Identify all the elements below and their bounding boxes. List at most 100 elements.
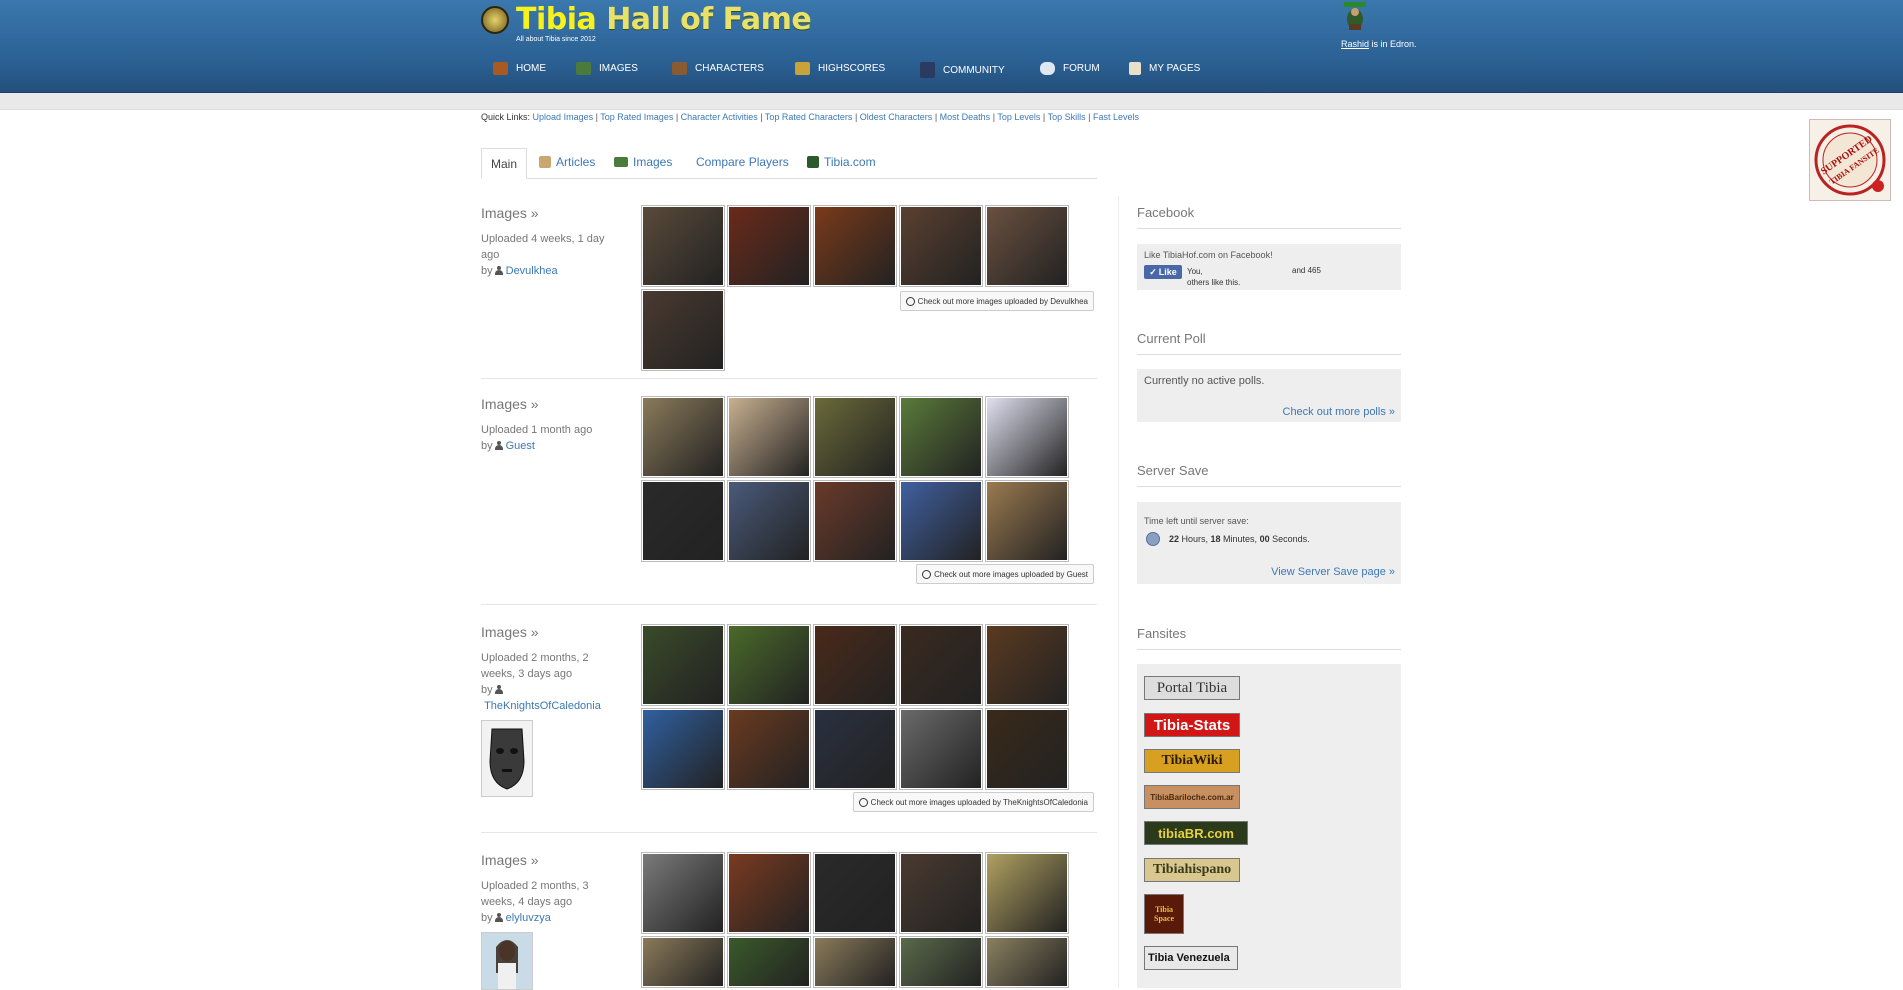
- image-thumbnail[interactable]: [641, 624, 725, 706]
- entry-title[interactable]: Images »: [481, 205, 539, 221]
- quick-link-upload-images[interactable]: Upload Images: [533, 112, 594, 122]
- quick-link-most-deaths[interactable]: Most Deaths: [940, 112, 991, 122]
- fansites-box: Portal Tibia Tibia-Stats TibiaWiki Tibia…: [1137, 664, 1401, 988]
- entry-title[interactable]: Images »: [481, 396, 539, 412]
- image-thumbnail[interactable]: [899, 852, 983, 934]
- image-thumbnail[interactable]: [899, 624, 983, 706]
- tibia-com-icon: [807, 156, 819, 168]
- image-thumbnail[interactable]: [641, 396, 725, 478]
- nav-my-pages[interactable]: MY PAGES: [1129, 62, 1200, 75]
- image-thumbnail[interactable]: [899, 708, 983, 790]
- image-thumbnail[interactable]: [813, 624, 897, 706]
- thumb-fill: [987, 938, 1067, 986]
- sidebar-divider: [1118, 196, 1119, 988]
- image-thumbnail[interactable]: [813, 205, 897, 287]
- nav-highscores[interactable]: HIGHSCORES: [795, 62, 885, 75]
- user-link[interactable]: TheKnightsOfCaledonia: [484, 700, 601, 712]
- image-thumbnail[interactable]: [727, 936, 811, 988]
- quick-link-top-skills[interactable]: Top Skills: [1048, 112, 1086, 122]
- image-thumbnail[interactable]: [641, 289, 725, 371]
- site-logo-title[interactable]: Tibia Hall of Fame: [516, 2, 812, 37]
- nav-home[interactable]: HOME: [493, 62, 546, 75]
- image-thumbnail[interactable]: [727, 708, 811, 790]
- entry-title[interactable]: Images »: [481, 624, 539, 640]
- fansite-tibia-venezuela[interactable]: Tibia Venezuela: [1144, 946, 1238, 970]
- supported-fansite-badge[interactable]: SUPPORTED TIBIA FANSITE: [1809, 119, 1891, 201]
- fansite-tibiahispano[interactable]: Tibiahispano: [1144, 858, 1240, 882]
- nav-forum[interactable]: FORUM: [1040, 62, 1100, 75]
- image-thumbnail[interactable]: [985, 205, 1069, 287]
- fansite-tibiawiki[interactable]: TibiaWiki: [1144, 749, 1240, 773]
- more-images-button[interactable]: Check out more images uploaded by Guest: [916, 564, 1094, 584]
- image-thumbnail[interactable]: [985, 396, 1069, 478]
- arrow-circle-icon: [858, 797, 868, 807]
- fansite-portal-tibia[interactable]: Portal Tibia: [1144, 676, 1240, 700]
- quick-link-top-levels[interactable]: Top Levels: [997, 112, 1040, 122]
- quick-link-oldest-characters[interactable]: Oldest Characters: [860, 112, 933, 122]
- fansite-tibia-space[interactable]: Tibia Space: [1144, 894, 1184, 934]
- image-thumbnail[interactable]: [641, 205, 725, 287]
- entry-title[interactable]: Images »: [481, 852, 539, 868]
- home-icon: [493, 62, 508, 75]
- more-images-button[interactable]: Check out more images uploaded by TheKni…: [852, 792, 1094, 812]
- image-thumbnail[interactable]: [813, 480, 897, 562]
- tab-main[interactable]: Main: [481, 148, 528, 179]
- image-thumbnail[interactable]: [813, 708, 897, 790]
- thumb-fill: [987, 854, 1067, 932]
- image-thumbnail[interactable]: [899, 205, 983, 287]
- more-images-label: Check out more images uploaded by TheKni…: [870, 797, 1088, 807]
- image-thumbnail[interactable]: [985, 852, 1069, 934]
- image-thumbnail[interactable]: [727, 480, 811, 562]
- tab-compare-players[interactable]: Compare Players: [696, 148, 789, 176]
- thumb-fill: [901, 626, 981, 704]
- user-avatar[interactable]: [481, 932, 533, 990]
- thumb-fill: [901, 938, 981, 986]
- nav-community[interactable]: COMMUNITY: [920, 62, 1005, 78]
- image-thumbnail[interactable]: [899, 480, 983, 562]
- image-thumbnail[interactable]: [899, 396, 983, 478]
- image-thumbnail[interactable]: [641, 708, 725, 790]
- image-thumbnail[interactable]: [727, 396, 811, 478]
- image-thumbnail[interactable]: [985, 624, 1069, 706]
- more-images-button[interactable]: Check out more images uploaded by Devulk…: [899, 291, 1094, 311]
- logo-icon[interactable]: [481, 6, 509, 34]
- image-thumbnail[interactable]: [813, 936, 897, 988]
- fansite-tibiabr[interactable]: tibiaBR.com: [1144, 821, 1248, 845]
- facebook-like-button[interactable]: ✓ Like: [1144, 265, 1182, 279]
- user-link[interactable]: Devulkhea: [506, 265, 558, 277]
- quick-link-top-rated-images[interactable]: Top Rated Images: [600, 112, 673, 122]
- npc-name-link[interactable]: Rashid: [1341, 39, 1369, 49]
- nav-images[interactable]: IMAGES: [576, 62, 638, 75]
- image-thumbnail[interactable]: [727, 852, 811, 934]
- like-label: Like: [1158, 267, 1177, 277]
- image-thumbnail[interactable]: [641, 480, 725, 562]
- quick-link-top-rated-characters[interactable]: Top Rated Characters: [765, 112, 853, 122]
- tab-images[interactable]: Images: [614, 148, 672, 176]
- image-thumbnail[interactable]: [985, 708, 1069, 790]
- forum-icon: [1040, 62, 1055, 75]
- user-link[interactable]: elyluvzya: [506, 912, 551, 924]
- quick-link-character-activities[interactable]: Character Activities: [681, 112, 758, 122]
- image-thumbnail[interactable]: [641, 936, 725, 988]
- image-thumbnail[interactable]: [641, 852, 725, 934]
- thumb-fill: [643, 626, 723, 704]
- user-avatar[interactable]: [481, 720, 533, 797]
- entry-meta: Uploaded 2 months, 3 weeks, 4 days ago b…: [481, 878, 621, 926]
- image-thumbnail[interactable]: [899, 936, 983, 988]
- image-thumbnail[interactable]: [727, 624, 811, 706]
- quick-link-fast-levels[interactable]: Fast Levels: [1093, 112, 1139, 122]
- image-thumbnail[interactable]: [985, 936, 1069, 988]
- thumb-fill: [643, 482, 723, 560]
- image-thumbnail[interactable]: [813, 852, 897, 934]
- fansite-tibia-stats[interactable]: Tibia-Stats: [1144, 713, 1240, 737]
- user-link[interactable]: Guest: [506, 440, 535, 452]
- server-save-page-link[interactable]: View Server Save page »: [1271, 566, 1395, 578]
- image-thumbnail[interactable]: [727, 205, 811, 287]
- nav-characters[interactable]: CHARACTERS: [672, 62, 764, 75]
- more-polls-link[interactable]: Check out more polls »: [1283, 406, 1396, 418]
- image-thumbnail[interactable]: [813, 396, 897, 478]
- fansite-tibiabariloche[interactable]: TibiaBariloche.com.ar: [1144, 785, 1240, 809]
- tab-articles[interactable]: Articles: [539, 148, 595, 176]
- tab-tibia-com[interactable]: Tibia.com: [807, 148, 876, 176]
- image-thumbnail[interactable]: [985, 480, 1069, 562]
